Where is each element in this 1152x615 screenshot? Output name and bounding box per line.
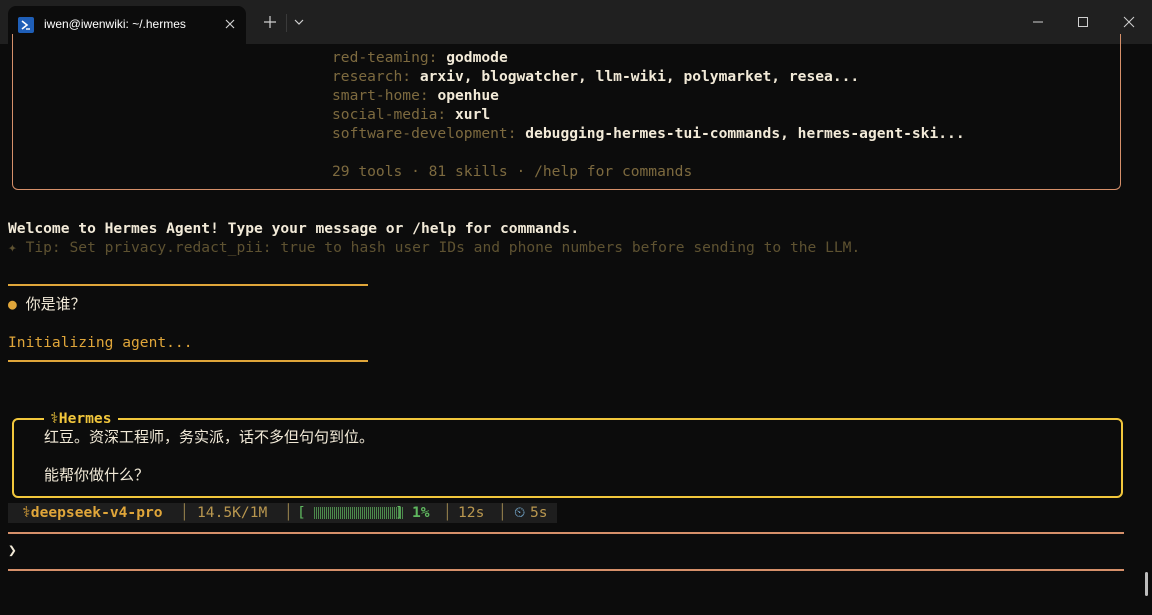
timer-icon: ⏲ (514, 504, 526, 521)
skill-row: red-teaming: godmode (332, 49, 508, 66)
user-bullet: ● (8, 296, 17, 313)
model-name: ⚕deepseek-v4-pro (22, 504, 163, 521)
skill-row: smart-home: openhue (332, 87, 499, 104)
prompt-symbol: ❯ (8, 542, 17, 559)
response-line: 红豆。资深工程师，务实派，话不多但句句到位。 (44, 428, 375, 446)
status-separator: │ (180, 504, 189, 521)
prompt-input[interactable] (28, 541, 1108, 560)
tab-close-icon[interactable] (222, 16, 238, 32)
banner-summary: 29 tools · 81 skills · /help for command… (332, 163, 693, 180)
init-status: Initializing agent... (8, 334, 193, 351)
prompt-bottom-border (8, 569, 1124, 571)
elapsed-time: 12s (458, 504, 485, 521)
status-bar: ⚕deepseek-v4-pro │ 14.5K/1M │ [ ] 1% │ 1… (8, 503, 557, 523)
welcome-message: Welcome to Hermes Agent! Type your messa… (8, 220, 580, 237)
maximize-icon[interactable] (1075, 14, 1091, 30)
user-message-text: 你是谁？ (25, 295, 86, 313)
status-separator: │ (498, 504, 507, 521)
skill-row: social-media: xurl (332, 106, 491, 123)
response-label: ⚕Hermes (44, 409, 118, 428)
minimize-icon[interactable] (1030, 14, 1046, 30)
new-tab-plus-icon[interactable] (262, 14, 278, 30)
response-line: 能帮你做什么？ (44, 466, 150, 484)
status-separator: │ (284, 504, 293, 521)
tip-message: ✦ Tip: Set privacy.redact_pii: true to h… (8, 239, 861, 256)
tab-title: iwen@iwenwiki: ~/.hermes (44, 17, 186, 31)
scrollbar[interactable] (1145, 572, 1148, 596)
bar-close: ] (395, 504, 404, 521)
terminal-output[interactable]: red-teaming: godmode research: arxiv, bl… (0, 34, 1152, 615)
close-window-icon[interactable] (1121, 14, 1137, 30)
status-separator: │ (443, 504, 452, 521)
skill-row: research: arxiv, blogwatcher, llm-wiki, … (332, 68, 860, 85)
chevron-down-icon[interactable] (291, 14, 307, 30)
user-message: ● 你是谁？ (8, 295, 86, 314)
response-box: ⚕Hermes 红豆。资深工程师，务实派，话不多但句句到位。 能帮你做什么？ (12, 409, 1123, 498)
toolbar-divider (286, 14, 287, 32)
timer-value: 5s (530, 504, 548, 521)
context-percent: 1% (412, 504, 430, 521)
skill-row: software-development: debugging-hermes-t… (332, 125, 965, 142)
divider (8, 360, 368, 362)
token-count: 14.5K/1M (197, 504, 268, 521)
prompt-top-border (8, 532, 1124, 534)
divider (8, 284, 368, 286)
powershell-icon (18, 17, 34, 33)
bar-open: [ (297, 504, 306, 521)
context-progress-bar (314, 507, 404, 519)
